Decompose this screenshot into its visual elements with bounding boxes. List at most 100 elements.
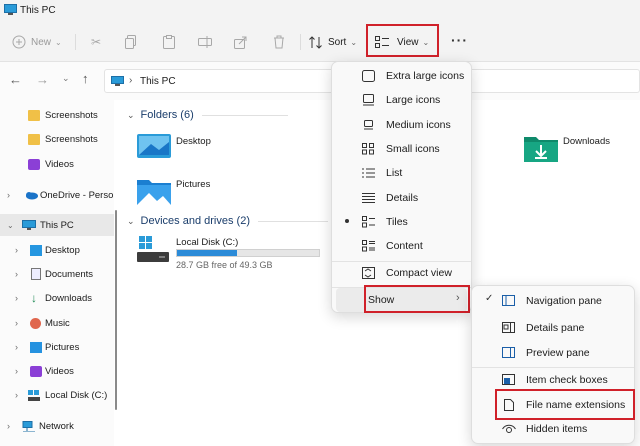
sidebar-item-screenshots[interactable]: Screenshots <box>0 128 114 150</box>
menu-item-medium-icons[interactable]: Medium icons <box>336 113 467 137</box>
new-label: New <box>31 36 52 48</box>
videos-icon <box>28 158 40 170</box>
sidebar-item-pictures[interactable]: › Pictures <box>0 336 114 358</box>
folders-group-header[interactable]: ⌄ Folders (6) <box>127 109 288 121</box>
breadcrumb-this-pc[interactable]: This PC <box>140 76 176 87</box>
desktop-folder-icon <box>137 134 171 158</box>
windows-drive-icon <box>137 236 169 262</box>
list-icon <box>362 168 375 178</box>
window-title: This PC <box>20 5 56 16</box>
menu-item-hidden-items[interactable]: Hidden items <box>476 417 630 441</box>
drives-group-header[interactable]: ⌄ Devices and drives (2) <box>127 215 328 227</box>
content-view-icon <box>362 240 375 252</box>
sort-label: Sort <box>328 36 347 48</box>
menu-item-details-pane[interactable]: Details pane <box>476 316 630 340</box>
copy-icon[interactable] <box>122 33 140 51</box>
chevron-right-icon: › <box>15 366 18 376</box>
paste-icon[interactable] <box>160 33 178 51</box>
menu-item-preview-pane[interactable]: Preview pane <box>476 341 630 365</box>
divider <box>257 220 328 222</box>
chevron-right-icon: › <box>7 190 10 200</box>
menu-item-navigation-pane[interactable]: ✓ Navigation pane <box>476 289 630 313</box>
menu-item-tiles[interactable]: Tiles <box>336 210 467 234</box>
up-arrow-icon[interactable]: ↑ <box>82 71 89 86</box>
menu-item-content[interactable]: Content <box>336 234 467 258</box>
folder-label: Pictures <box>176 179 211 190</box>
preview-pane-icon <box>502 347 515 358</box>
drive-usage-fill <box>177 250 237 256</box>
extra-large-icons-icon <box>362 70 375 82</box>
eye-icon <box>502 424 516 433</box>
sidebar-item-downloads[interactable]: › ↓ Downloads <box>0 287 114 309</box>
folders-header: Folders (6) <box>140 109 194 121</box>
this-pc-icon <box>22 219 36 230</box>
cloud-icon <box>26 191 38 199</box>
chevron-right-icon: › <box>7 421 10 431</box>
view-menu: Extra large icons Large icons Medium ico… <box>331 61 472 313</box>
chevron-down-icon: ⌄ <box>127 109 135 120</box>
navigation-pane: Screenshots Screenshots Videos › OneDriv… <box>0 100 114 446</box>
sidebar-item-videos[interactable]: › Videos <box>0 360 114 382</box>
compact-view-icon <box>362 267 375 279</box>
delete-icon[interactable] <box>270 33 288 51</box>
network-icon <box>22 420 35 432</box>
menu-item-details[interactable]: Details <box>336 186 467 210</box>
chevron-down-icon: ⌄ <box>127 215 135 226</box>
checkmark-icon: ✓ <box>485 293 494 304</box>
recent-chevron-icon[interactable]: ⌄ <box>62 73 70 84</box>
sidebar-item-documents[interactable]: › Documents <box>0 263 114 285</box>
menu-item-extra-large-icons[interactable]: Extra large icons <box>336 64 467 88</box>
pictures-icon <box>30 341 42 353</box>
drive-usage-bar <box>176 249 320 257</box>
download-arrow-icon: ↓ <box>31 291 37 305</box>
more-options-icon[interactable]: ··· <box>451 32 468 48</box>
show-highlight-box <box>364 285 470 313</box>
address-bar-area: ← → ⌄ ↑ › This PC <box>0 62 640 100</box>
folder-tile-downloads[interactable]: Downloads <box>524 134 634 164</box>
sidebar-item-network[interactable]: › Network <box>0 415 114 437</box>
breadcrumb-separator-icon: › <box>129 75 133 86</box>
sort-button[interactable]: Sort ⌄ <box>309 31 359 53</box>
details-pane-icon <box>502 322 515 333</box>
menu-item-small-icons[interactable]: Small icons <box>336 137 467 161</box>
forward-arrow-icon[interactable]: → <box>36 72 49 87</box>
sidebar-item-screenshots[interactable]: Screenshots <box>0 104 114 126</box>
sidebar-item-this-pc[interactable]: ⌄ This PC <box>0 214 114 236</box>
sidebar-item-videos[interactable]: Videos <box>0 153 114 175</box>
tiles-icon <box>362 216 375 228</box>
sidebar-item-desktop[interactable]: › Desktop <box>0 239 114 261</box>
chevron-right-icon: › <box>15 390 18 400</box>
drive-tile-local-disk[interactable]: Local Disk (C:) 28.7 GB free of 49.3 GB <box>137 236 337 272</box>
this-pc-icon <box>4 4 17 15</box>
show-submenu: ✓ Navigation pane Details pane Preview p… <box>471 285 635 444</box>
sidebar-scrollbar[interactable] <box>115 210 117 410</box>
chevron-right-icon: › <box>15 318 18 328</box>
folder-icon <box>28 133 40 145</box>
sidebar-item-onedrive[interactable]: › OneDrive - Perso <box>0 184 114 206</box>
menu-item-large-icons[interactable]: Large icons <box>336 88 467 112</box>
this-pc-icon <box>111 76 124 86</box>
cut-icon[interactable]: ✂ <box>87 33 105 51</box>
title-bar: This PC <box>0 0 640 22</box>
details-icon <box>362 193 375 203</box>
sidebar-item-music[interactable]: › Music <box>0 312 114 334</box>
sidebar-item-local-disk[interactable]: › Local Disk (C:) <box>0 384 114 406</box>
chevron-right-icon: › <box>15 245 18 255</box>
pictures-folder-icon <box>137 180 171 205</box>
documents-icon <box>31 268 41 280</box>
menu-item-compact-view[interactable]: Compact view <box>336 261 467 285</box>
back-arrow-icon[interactable]: ← <box>9 72 22 87</box>
command-bar: New ⌄ ✂ Sort ⌄ View ⌄ ··· <box>0 22 640 62</box>
folder-tile-desktop[interactable]: Desktop <box>137 134 317 164</box>
file-name-extensions-highlight-box <box>495 389 635 420</box>
share-icon[interactable] <box>232 33 250 51</box>
new-button[interactable]: New ⌄ <box>12 31 64 53</box>
folder-label: Downloads <box>563 136 610 147</box>
divider <box>201 114 288 116</box>
rename-icon[interactable] <box>196 33 214 51</box>
chevron-down-icon: ⌄ <box>55 37 62 47</box>
menu-item-list[interactable]: List <box>336 161 467 185</box>
folder-tile-pictures[interactable]: Pictures <box>137 177 317 207</box>
drive-free-space: 28.7 GB free of 49.3 GB <box>176 260 273 270</box>
videos-icon <box>30 365 42 377</box>
